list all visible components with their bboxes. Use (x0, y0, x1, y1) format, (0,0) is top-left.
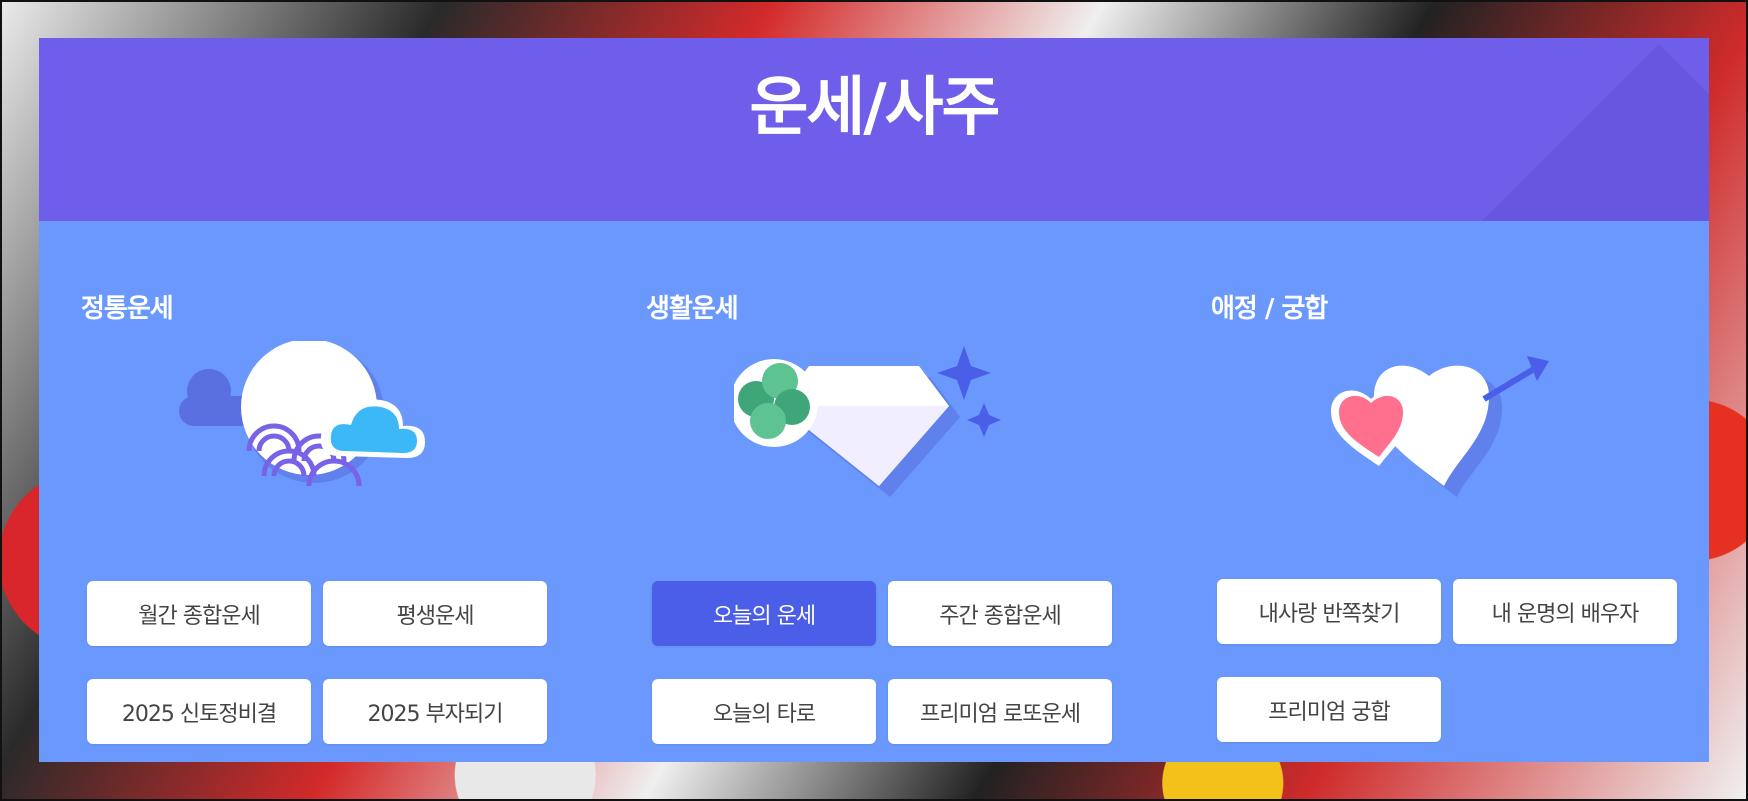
destined-spouse-button[interactable]: 내 운명의 배우자 (1453, 579, 1677, 644)
weekly-fortune-button[interactable]: 주간 종합운세 (888, 581, 1112, 646)
section-love-compatibility: 애정 / 궁합 내사랑 반쪽찾기 내 운명의 배우자 프리미엄 궁합 (1169, 221, 1725, 762)
page-title: 운세/사주 (749, 71, 1001, 145)
monthly-fortune-button[interactable]: 월간 종합운세 (87, 581, 311, 646)
section-title: 생활운세 (646, 294, 739, 324)
premium-compatibility-button[interactable]: 프리미엄 궁합 (1217, 677, 1441, 742)
clover-diamond-icon (734, 346, 1001, 497)
tojeong-bigyeol-button[interactable]: 2025 신토정비결 (87, 679, 311, 744)
section-title: 애정 / 궁합 (1211, 294, 1328, 324)
find-love-button[interactable]: 내사랑 반쪽찾기 (1217, 579, 1441, 644)
lifetime-fortune-button[interactable]: 평생운세 (323, 581, 547, 646)
premium-lotto-button[interactable]: 프리미엄 로또운세 (888, 679, 1112, 744)
section-title: 정통운세 (81, 294, 174, 324)
get-rich-button[interactable]: 2025 부자되기 (323, 679, 547, 744)
today-fortune-button[interactable]: 오늘의 운세 (652, 581, 876, 646)
section-traditional-fortune: 정통운세 월간 종합운세 평생운세 2025 신토정비결 2025 부자되기 (39, 221, 595, 762)
fortune-panel: 운세/사주 정통운세 월간 종합운세 평생운세 2025 신토정비결 2025 … (39, 38, 1709, 762)
moon-cloud-icon (179, 341, 425, 487)
today-tarot-button[interactable]: 오늘의 타로 (652, 679, 876, 744)
panel-header: 운세/사주 (39, 38, 1709, 221)
hearts-arrow-icon (1331, 356, 1549, 497)
section-daily-fortune: 생활운세 오늘의 운세 주간 종합운세 오늘의 타로 프리미엄 로또운세 (604, 221, 1160, 762)
